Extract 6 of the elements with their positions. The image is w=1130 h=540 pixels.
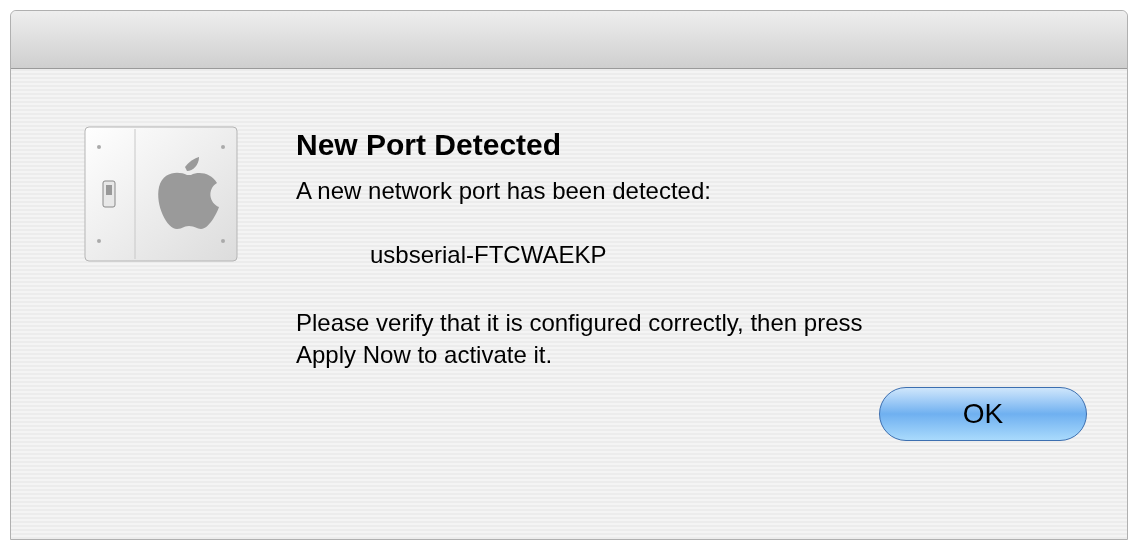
- port-name: usbserial-FTCWAEKP: [370, 240, 608, 270]
- dialog-heading: New Port Detected: [296, 127, 563, 163]
- dialog-message: A new network port has been detected:: [296, 176, 712, 206]
- ok-button[interactable]: OK: [879, 387, 1087, 441]
- switch-panel-icon: [83, 125, 241, 265]
- dialog-instructions: Please verify that it is configured correctly, then press Apply Now to activate it.: [296, 308, 864, 370]
